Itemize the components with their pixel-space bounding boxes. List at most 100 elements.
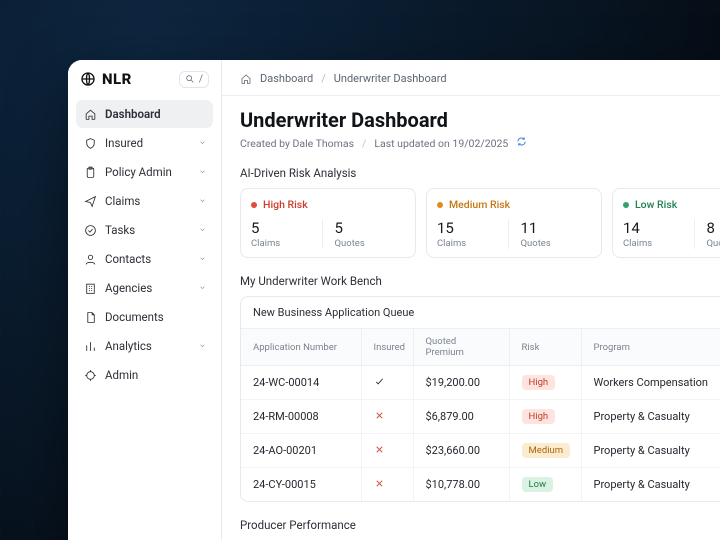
nav: Dashboard Insured Policy Admin Claims Tasks C… (76, 100, 213, 389)
sidebar-item-label: Dashboard (105, 107, 161, 121)
sidebar-item-label: Analytics (105, 339, 152, 353)
risk-quotes-label: Quotes (335, 238, 406, 249)
workbench-table: New Business Application Queue Applicati… (240, 296, 720, 502)
sidebar-item-label: Policy Admin (105, 165, 172, 179)
cell-risk: High (509, 366, 581, 400)
cross-icon (374, 444, 385, 455)
col-program[interactable]: Program (581, 329, 720, 366)
sidebar-item-claims[interactable]: Claims (76, 187, 213, 215)
chevron-down-icon (198, 281, 207, 295)
home-icon (84, 108, 97, 121)
risk-section-title: AI-Driven Risk Analysis (240, 166, 720, 180)
col-application-number[interactable]: Application Number (241, 329, 361, 366)
risk-card-green[interactable]: Low Risk14Claims8Quotes (612, 188, 720, 258)
sidebar-item-agencies[interactable]: Agencies (76, 274, 213, 302)
col-risk[interactable]: Risk (509, 329, 581, 366)
cell-program: Property & Casualty (581, 468, 720, 502)
risk-claims-value: 14 (623, 219, 694, 237)
sidebar-item-label: Documents (105, 310, 164, 324)
cell-quoted-premium: $23,660.00 (413, 434, 509, 468)
performance-section-title: Producer Performance (240, 518, 720, 532)
cell-risk: Low (509, 468, 581, 502)
check-icon (374, 376, 385, 387)
sidebar-item-label: Claims (105, 194, 140, 208)
risk-level-label: High Risk (263, 198, 308, 211)
chevron-down-icon (198, 252, 207, 266)
cell-application-number: 24-CY-00015 (241, 468, 361, 502)
globe-icon (80, 71, 96, 87)
sidebar-item-insured[interactable]: Insured (76, 129, 213, 157)
brand-text: NLR (102, 70, 132, 88)
chevron-down-icon (198, 339, 207, 353)
cell-application-number: 24-WC-00014 (241, 366, 361, 400)
risk-badge: Low (522, 477, 554, 492)
send-icon (84, 195, 97, 208)
risk-level-label: Medium Risk (449, 198, 510, 211)
sidebar-item-label: Tasks (105, 223, 135, 237)
risk-quotes-value: 8 (707, 219, 720, 237)
chevron-down-icon (198, 194, 207, 208)
cell-risk: Medium (509, 434, 581, 468)
file-icon (84, 311, 97, 324)
risk-dot (623, 202, 629, 208)
crumb-root[interactable]: Dashboard (260, 72, 313, 85)
risk-quotes-value: 5 (335, 219, 406, 237)
col-quoted-premium[interactable]: Quoted Premium (413, 329, 509, 366)
risk-claims-label: Claims (437, 238, 508, 249)
chevron-down-icon (198, 165, 207, 179)
cell-application-number: 24-AO-00201 (241, 434, 361, 468)
cell-program: Property & Casualty (581, 434, 720, 468)
table-row[interactable]: 24-CY-00015 $10,778.00 Low Property & Casua… (241, 468, 720, 502)
page-meta: Created by Dale Thomas / Last updated on… (240, 136, 720, 150)
sidebar-item-label: Contacts (105, 252, 151, 266)
refresh-icon (516, 136, 527, 147)
risk-quotes-label: Quotes (521, 238, 592, 249)
bars-icon (84, 340, 97, 353)
risk-card-orange[interactable]: Medium Risk15Claims11Quotes (426, 188, 602, 258)
breadcrumb: Dashboard / Underwriter Dashboard (222, 60, 720, 96)
sidebar-item-contacts[interactable]: Contacts (76, 245, 213, 273)
refresh-button[interactable] (516, 136, 527, 150)
risk-cards-row: High Risk5Claims5QuotesMedium Risk15Clai… (240, 188, 720, 258)
sidebar-item-analytics[interactable]: Analytics (76, 332, 213, 360)
risk-claims-value: 15 (437, 219, 508, 237)
sidebar-item-dashboard[interactable]: Dashboard (76, 100, 213, 128)
risk-claims-label: Claims (251, 238, 322, 249)
risk-claims-value: 5 (251, 219, 322, 237)
cell-quoted-premium: $10,778.00 (413, 468, 509, 502)
cell-insured (361, 366, 413, 400)
cell-risk: High (509, 400, 581, 434)
table-row[interactable]: 24-WC-00014 $19,200.00 High Workers Compens… (241, 366, 720, 400)
sidebar-item-policy-admin[interactable]: Policy Admin (76, 158, 213, 186)
shield-icon (84, 137, 97, 150)
check-icon (84, 224, 97, 237)
last-updated: Last updated on 19/02/2025 (374, 137, 508, 150)
cross-icon (374, 478, 385, 489)
cell-insured (361, 400, 413, 434)
risk-card-red[interactable]: High Risk5Claims5Quotes (240, 188, 416, 258)
cell-program: Property & Casualty (581, 400, 720, 434)
cell-quoted-premium: $19,200.00 (413, 366, 509, 400)
sidebar-item-label: Agencies (105, 281, 152, 295)
search-shortcut: / (199, 74, 203, 85)
sidebar-item-label: Insured (105, 136, 143, 150)
cell-program: Workers Compensation (581, 366, 720, 400)
risk-dot (251, 202, 257, 208)
sidebar-item-tasks[interactable]: Tasks (76, 216, 213, 244)
crumb-separator: / (321, 72, 326, 85)
search-button[interactable]: / (179, 71, 209, 88)
table-row[interactable]: 24-AO-00201 $23,660.00MediumProperty & Ca… (241, 434, 720, 468)
crumb-current: Underwriter Dashboard (334, 72, 447, 85)
table-row[interactable]: 24-RM-00008$6,879.00HighProperty & Casua… (241, 400, 720, 434)
workbench-section-title: My Underwriter Work Bench (240, 274, 720, 288)
chevron-down-icon (198, 223, 207, 237)
col-insured[interactable]: Insured (361, 329, 413, 366)
brand-logo: NLR (80, 70, 132, 88)
risk-badge: High (522, 409, 556, 424)
sidebar-item-admin[interactable]: Admin (76, 361, 213, 389)
settings-icon (84, 369, 97, 382)
risk-badge: High (522, 375, 556, 390)
cell-insured (361, 468, 413, 502)
sidebar-item-documents[interactable]: Documents (76, 303, 213, 331)
sidebar: NLR / Dashboard Insured Policy Admin Claims… (68, 60, 222, 540)
